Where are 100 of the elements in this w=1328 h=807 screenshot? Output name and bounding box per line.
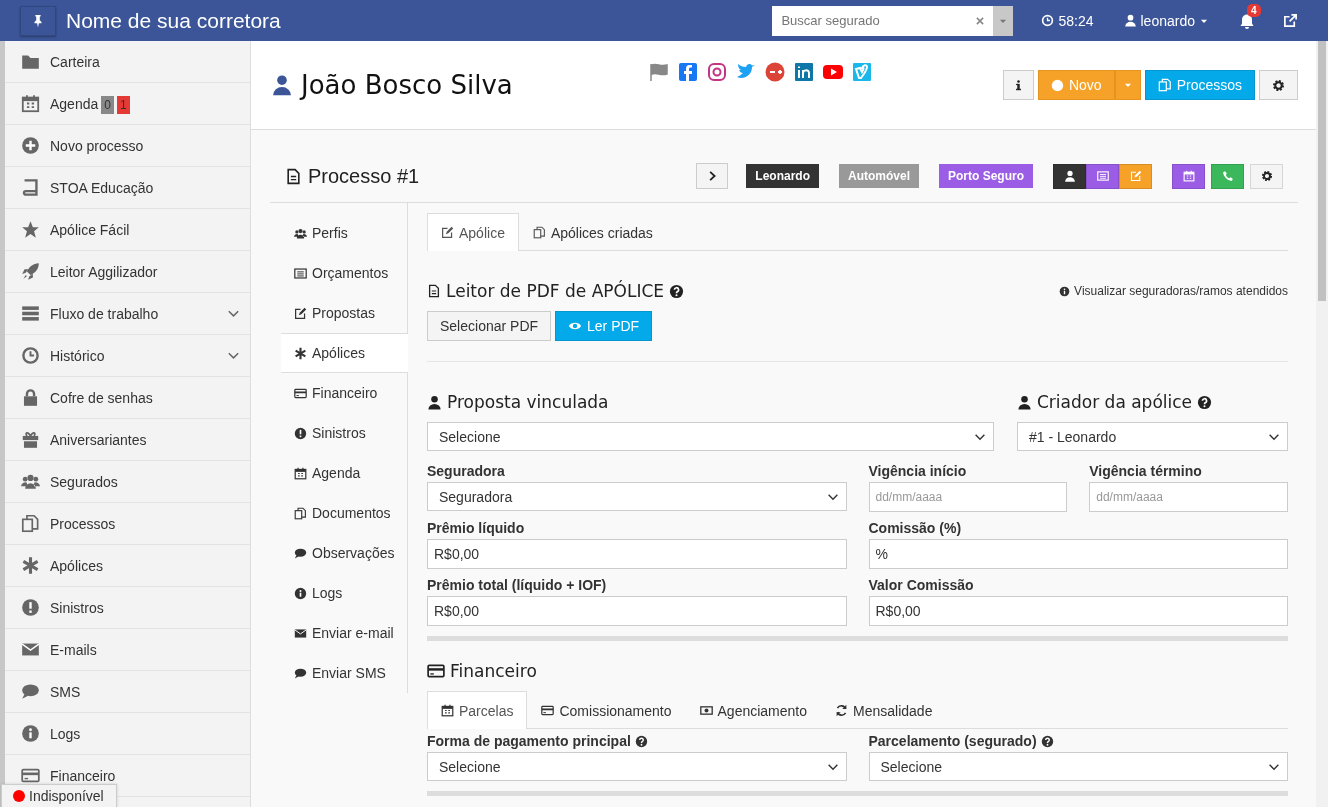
help-icon [634, 734, 648, 748]
list-icon [294, 266, 307, 280]
sidebar-item[interactable]: Leitor Aggilizador [5, 251, 250, 293]
count-badge: 1 [116, 95, 130, 114]
copy-icon [20, 514, 40, 533]
tab[interactable]: Agenciamento [685, 691, 822, 729]
phone-button[interactable] [1211, 163, 1244, 189]
external-link-button[interactable] [1283, 13, 1298, 28]
sidebar-item[interactable]: Sinistros [5, 587, 250, 629]
settings-button[interactable] [1259, 70, 1298, 100]
list-button[interactable] [1086, 163, 1119, 189]
process-nav-item[interactable]: Propostas [281, 293, 407, 333]
sidebar-item[interactable]: Segurados [5, 461, 250, 503]
copy-icon [1157, 78, 1172, 92]
field-label: Seguradora [427, 463, 505, 479]
social-link-icon[interactable] [793, 62, 814, 82]
process-nav-item[interactable]: Observações [281, 533, 407, 573]
tab[interactable]: Parcelas [427, 691, 528, 729]
user-menu[interactable]: leonardo [1123, 12, 1209, 29]
info-button[interactable] [1002, 70, 1034, 100]
chat-icon [20, 682, 40, 701]
search-field[interactable]: Buscar segurado [772, 5, 1014, 36]
process-nav-item[interactable]: Apólices [281, 333, 408, 373]
insurers-link[interactable]: Visualizar seguradoras/ramos atendidos [1059, 284, 1288, 298]
sidebar-item[interactable]: Aniversariantes [5, 419, 250, 461]
chat-icon [294, 666, 307, 680]
tab[interactable]: Apólice [427, 213, 519, 251]
next-button[interactable] [696, 163, 729, 189]
social-link-icon[interactable] [764, 62, 785, 82]
process-nav-item[interactable]: Financeiro [281, 373, 407, 413]
count-badge: 0 [101, 95, 114, 114]
select-field[interactable]: Selecione [427, 752, 847, 781]
process-nav-item[interactable]: Enviar e-mail [281, 613, 407, 653]
sidebar-item[interactable]: Apólice Fácil [5, 209, 250, 251]
plus-circle-icon [20, 136, 40, 155]
flag-icon[interactable] [648, 62, 669, 82]
pin-button[interactable] [20, 5, 56, 36]
process-nav-item[interactable]: Logs [281, 573, 407, 613]
sidebar-item[interactable]: Carteira [5, 41, 250, 83]
sidebar-item[interactable]: Agenda 0 1 [5, 83, 250, 125]
file-icon [427, 284, 441, 298]
card-icon [20, 766, 40, 785]
sidebar-item[interactable]: Processos [5, 503, 250, 545]
list-icon [1096, 170, 1109, 182]
edit-icon [441, 226, 454, 239]
status-toast[interactable]: Indisponível [1, 784, 117, 807]
tab[interactable]: Apólices criadas [518, 213, 667, 251]
select-pdf-button[interactable]: Selecionar PDF [427, 311, 552, 341]
input-field[interactable]: % [868, 539, 1288, 569]
sidebar-item[interactable]: Apólices [5, 545, 250, 587]
process-nav-item[interactable]: Sinistros [281, 413, 407, 453]
user-button[interactable] [1053, 163, 1086, 189]
tab[interactable]: Mensalidade [821, 691, 947, 729]
process-nav-item[interactable]: Enviar SMS [281, 653, 407, 693]
date-field[interactable]: dd/mm/aaaa [868, 482, 1068, 512]
sidebar-item[interactable]: Novo processo [5, 125, 250, 167]
select-field[interactable]: Selecione [868, 752, 1288, 781]
clear-icon [975, 15, 986, 26]
field-label: Comissão (%) [868, 520, 962, 536]
social-link-icon[interactable] [822, 62, 843, 82]
notifications-button[interactable] [1239, 12, 1255, 29]
users-icon [294, 226, 307, 240]
sidebar-item[interactable]: Logs [5, 713, 250, 755]
search-input[interactable]: Buscar segurado [772, 12, 976, 29]
social-link-icon[interactable] [677, 62, 698, 82]
process-nav-item[interactable]: Orçamentos [281, 253, 407, 293]
file-icon [285, 167, 302, 185]
user-icon [1063, 170, 1076, 182]
process-nav-item[interactable]: Agenda [281, 453, 407, 493]
gear-button[interactable] [1250, 163, 1283, 189]
sidebar-item[interactable]: Fluxo de trabalho [5, 293, 250, 335]
process-nav-item[interactable]: Perfis [281, 213, 407, 253]
sidebar-item[interactable]: E-mails [5, 629, 250, 671]
scrollbar[interactable] [1316, 41, 1328, 807]
client-name: João Bosco Silva [301, 70, 513, 100]
server-icon [20, 304, 40, 323]
social-link-icon[interactable] [706, 62, 727, 82]
section-heading: Leitor de PDF de APÓLICE [446, 281, 664, 301]
input-field[interactable]: R$0,00 [868, 596, 1288, 626]
process-tag: Automóvel [838, 164, 919, 188]
edit-button[interactable] [1119, 163, 1152, 189]
tab[interactable]: Comissionamento [527, 691, 686, 729]
process-nav-item[interactable]: Documentos [281, 493, 407, 533]
select-field[interactable]: Seguradora [427, 482, 847, 511]
plus-circle-icon [1050, 78, 1064, 92]
star-icon [20, 220, 40, 239]
calendar-button[interactable] [1172, 163, 1205, 189]
select-field[interactable]: Selecione [427, 422, 994, 451]
field-label: Prêmio total (líquido + IOF) [427, 577, 607, 593]
card-icon [294, 386, 307, 400]
input-field[interactable]: R$0,00 [427, 539, 847, 569]
select-field[interactable]: #1 - Leonardo [1017, 422, 1288, 451]
sidebar-item[interactable]: STOA Educação [5, 167, 250, 209]
input-field[interactable]: R$0,00 [427, 596, 847, 626]
sidebar-item[interactable]: SMS [5, 671, 250, 713]
field-label: Parcelamento (segurado) [868, 733, 1037, 749]
user-icon [1017, 394, 1032, 410]
sidebar-item[interactable]: Cofre de senhas [5, 377, 250, 419]
date-field[interactable]: dd/mm/aaaa [1089, 482, 1288, 512]
sidebar-item[interactable]: Histórico [5, 335, 250, 377]
